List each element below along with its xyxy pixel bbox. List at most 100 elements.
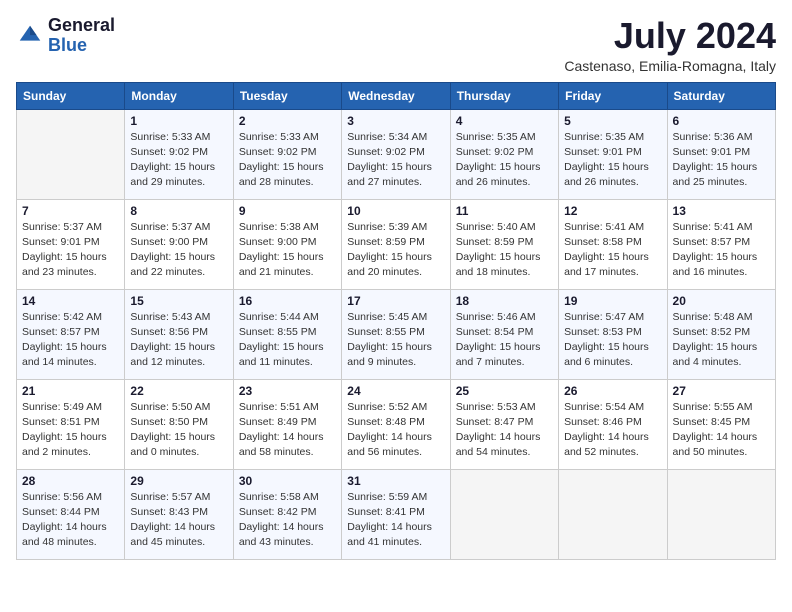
header-thursday: Thursday [450, 82, 558, 109]
day-number: 8 [130, 204, 227, 218]
header-saturday: Saturday [667, 82, 775, 109]
calendar-cell: 18Sunrise: 5:46 AM Sunset: 8:54 PM Dayli… [450, 289, 558, 379]
day-number: 22 [130, 384, 227, 398]
calendar-cell: 31 Sunrise: 5:59 AM Sunset: 8:41 PM Dayli… [342, 469, 450, 559]
page-header: General Blue July 2024 Castenaso, Emilia… [16, 16, 776, 74]
day-info: Sunrise: 5:33 AM Sunset: 9:02 PM Dayligh… [239, 130, 336, 191]
calendar-week-5: 28 Sunrise: 5:56 AM Sunset: 8:44 PM Dayli… [17, 469, 776, 559]
day-number: 16 [239, 294, 336, 308]
day-info: Sunrise: 5:39 AM Sunset: 8:59 PM Dayligh… [347, 220, 444, 281]
day-number: 27 [673, 384, 770, 398]
day-info: Sunrise: 5:48 AM Sunset: 8:52 PM Dayligh… [673, 310, 770, 371]
header-monday: Monday [125, 82, 233, 109]
title-area: July 2024 Castenaso, Emilia-Romagna, Ita… [564, 16, 776, 74]
calendar-cell [667, 469, 775, 559]
day-number: 25 [456, 384, 553, 398]
day-number: 26 [564, 384, 661, 398]
calendar-cell: 5Sunrise: 5:35 AM Sunset: 9:01 PM Daylig… [559, 109, 667, 199]
month-title: July 2024 [564, 16, 776, 56]
location-text: Castenaso, Emilia-Romagna, Italy [564, 58, 776, 74]
calendar-cell: 26 Sunrise: 5:54 AM Sunset: 8:46 PM Dayli… [559, 379, 667, 469]
calendar-table: SundayMondayTuesdayWednesdayThursdayFrid… [16, 82, 776, 560]
calendar-cell: 30 Sunrise: 5:58 AM Sunset: 8:42 PM Dayli… [233, 469, 341, 559]
day-info: Sunrise: 5:37 AM Sunset: 9:01 PM Dayligh… [22, 220, 119, 281]
day-info: Sunrise: 5:51 AM Sunset: 8:49 PM Dayligh… [239, 400, 336, 461]
day-number: 10 [347, 204, 444, 218]
calendar-header-row: SundayMondayTuesdayWednesdayThursdayFrid… [17, 82, 776, 109]
calendar-cell [17, 109, 125, 199]
calendar-cell: 10 Sunrise: 5:39 AM Sunset: 8:59 PM Dayli… [342, 199, 450, 289]
day-number: 7 [22, 204, 119, 218]
day-number: 3 [347, 114, 444, 128]
day-info: Sunrise: 5:42 AM Sunset: 8:57 PM Dayligh… [22, 310, 119, 371]
calendar-cell: 2 Sunrise: 5:33 AM Sunset: 9:02 PM Daylig… [233, 109, 341, 199]
day-number: 20 [673, 294, 770, 308]
day-number: 13 [673, 204, 770, 218]
day-number: 30 [239, 474, 336, 488]
calendar-cell: 15Sunrise: 5:43 AM Sunset: 8:56 PM Dayli… [125, 289, 233, 379]
calendar-cell: 23 Sunrise: 5:51 AM Sunset: 8:49 PM Dayli… [233, 379, 341, 469]
header-wednesday: Wednesday [342, 82, 450, 109]
calendar-cell: 6 Sunrise: 5:36 AM Sunset: 9:01 PM Daylig… [667, 109, 775, 199]
day-number: 4 [456, 114, 553, 128]
day-info: Sunrise: 5:41 AM Sunset: 8:58 PM Dayligh… [564, 220, 661, 281]
day-number: 9 [239, 204, 336, 218]
day-number: 28 [22, 474, 119, 488]
calendar-cell [450, 469, 558, 559]
day-info: Sunrise: 5:56 AM Sunset: 8:44 PM Dayligh… [22, 490, 119, 551]
day-number: 18 [456, 294, 553, 308]
day-info: Sunrise: 5:34 AM Sunset: 9:02 PM Dayligh… [347, 130, 444, 191]
logo-text: General Blue [48, 16, 115, 56]
day-info: Sunrise: 5:40 AM Sunset: 8:59 PM Dayligh… [456, 220, 553, 281]
calendar-cell: 22 Sunrise: 5:50 AM Sunset: 8:50 PM Dayli… [125, 379, 233, 469]
day-number: 15 [130, 294, 227, 308]
day-number: 21 [22, 384, 119, 398]
day-number: 23 [239, 384, 336, 398]
day-info: Sunrise: 5:59 AM Sunset: 8:41 PM Dayligh… [347, 490, 444, 551]
header-tuesday: Tuesday [233, 82, 341, 109]
calendar-cell: 21 Sunrise: 5:49 AM Sunset: 8:51 PM Dayli… [17, 379, 125, 469]
day-info: Sunrise: 5:58 AM Sunset: 8:42 PM Dayligh… [239, 490, 336, 551]
day-number: 6 [673, 114, 770, 128]
calendar-week-3: 14Sunrise: 5:42 AM Sunset: 8:57 PM Dayli… [17, 289, 776, 379]
calendar-cell: 8 Sunrise: 5:37 AM Sunset: 9:00 PM Daylig… [125, 199, 233, 289]
calendar-cell [559, 469, 667, 559]
day-number: 17 [347, 294, 444, 308]
calendar-cell: 29 Sunrise: 5:57 AM Sunset: 8:43 PM Dayli… [125, 469, 233, 559]
day-number: 2 [239, 114, 336, 128]
day-info: Sunrise: 5:45 AM Sunset: 8:55 PM Dayligh… [347, 310, 444, 371]
day-info: Sunrise: 5:36 AM Sunset: 9:01 PM Dayligh… [673, 130, 770, 191]
calendar-cell: 3 Sunrise: 5:34 AM Sunset: 9:02 PM Daylig… [342, 109, 450, 199]
header-sunday: Sunday [17, 82, 125, 109]
day-number: 29 [130, 474, 227, 488]
calendar-cell: 1Sunrise: 5:33 AM Sunset: 9:02 PM Daylig… [125, 109, 233, 199]
logo-general-text: General [48, 16, 115, 36]
day-number: 31 [347, 474, 444, 488]
day-info: Sunrise: 5:54 AM Sunset: 8:46 PM Dayligh… [564, 400, 661, 461]
day-number: 12 [564, 204, 661, 218]
day-info: Sunrise: 5:44 AM Sunset: 8:55 PM Dayligh… [239, 310, 336, 371]
calendar-week-2: 7 Sunrise: 5:37 AM Sunset: 9:01 PM Daylig… [17, 199, 776, 289]
logo-icon [16, 22, 44, 50]
day-info: Sunrise: 5:49 AM Sunset: 8:51 PM Dayligh… [22, 400, 119, 461]
header-friday: Friday [559, 82, 667, 109]
calendar-week-1: 1Sunrise: 5:33 AM Sunset: 9:02 PM Daylig… [17, 109, 776, 199]
day-info: Sunrise: 5:41 AM Sunset: 8:57 PM Dayligh… [673, 220, 770, 281]
day-info: Sunrise: 5:53 AM Sunset: 8:47 PM Dayligh… [456, 400, 553, 461]
day-info: Sunrise: 5:33 AM Sunset: 9:02 PM Dayligh… [130, 130, 227, 191]
calendar-cell: 7 Sunrise: 5:37 AM Sunset: 9:01 PM Daylig… [17, 199, 125, 289]
calendar-cell: 19Sunrise: 5:47 AM Sunset: 8:53 PM Dayli… [559, 289, 667, 379]
calendar-cell: 25 Sunrise: 5:53 AM Sunset: 8:47 PM Dayli… [450, 379, 558, 469]
day-info: Sunrise: 5:52 AM Sunset: 8:48 PM Dayligh… [347, 400, 444, 461]
calendar-cell: 12 Sunrise: 5:41 AM Sunset: 8:58 PM Dayli… [559, 199, 667, 289]
day-info: Sunrise: 5:50 AM Sunset: 8:50 PM Dayligh… [130, 400, 227, 461]
calendar-cell: 17 Sunrise: 5:45 AM Sunset: 8:55 PM Dayli… [342, 289, 450, 379]
calendar-cell: 16 Sunrise: 5:44 AM Sunset: 8:55 PM Dayli… [233, 289, 341, 379]
calendar-cell: 13 Sunrise: 5:41 AM Sunset: 8:57 PM Dayli… [667, 199, 775, 289]
day-info: Sunrise: 5:57 AM Sunset: 8:43 PM Dayligh… [130, 490, 227, 551]
day-number: 5 [564, 114, 661, 128]
day-number: 24 [347, 384, 444, 398]
day-info: Sunrise: 5:37 AM Sunset: 9:00 PM Dayligh… [130, 220, 227, 281]
calendar-cell: 11Sunrise: 5:40 AM Sunset: 8:59 PM Dayli… [450, 199, 558, 289]
calendar-cell: 28 Sunrise: 5:56 AM Sunset: 8:44 PM Dayli… [17, 469, 125, 559]
